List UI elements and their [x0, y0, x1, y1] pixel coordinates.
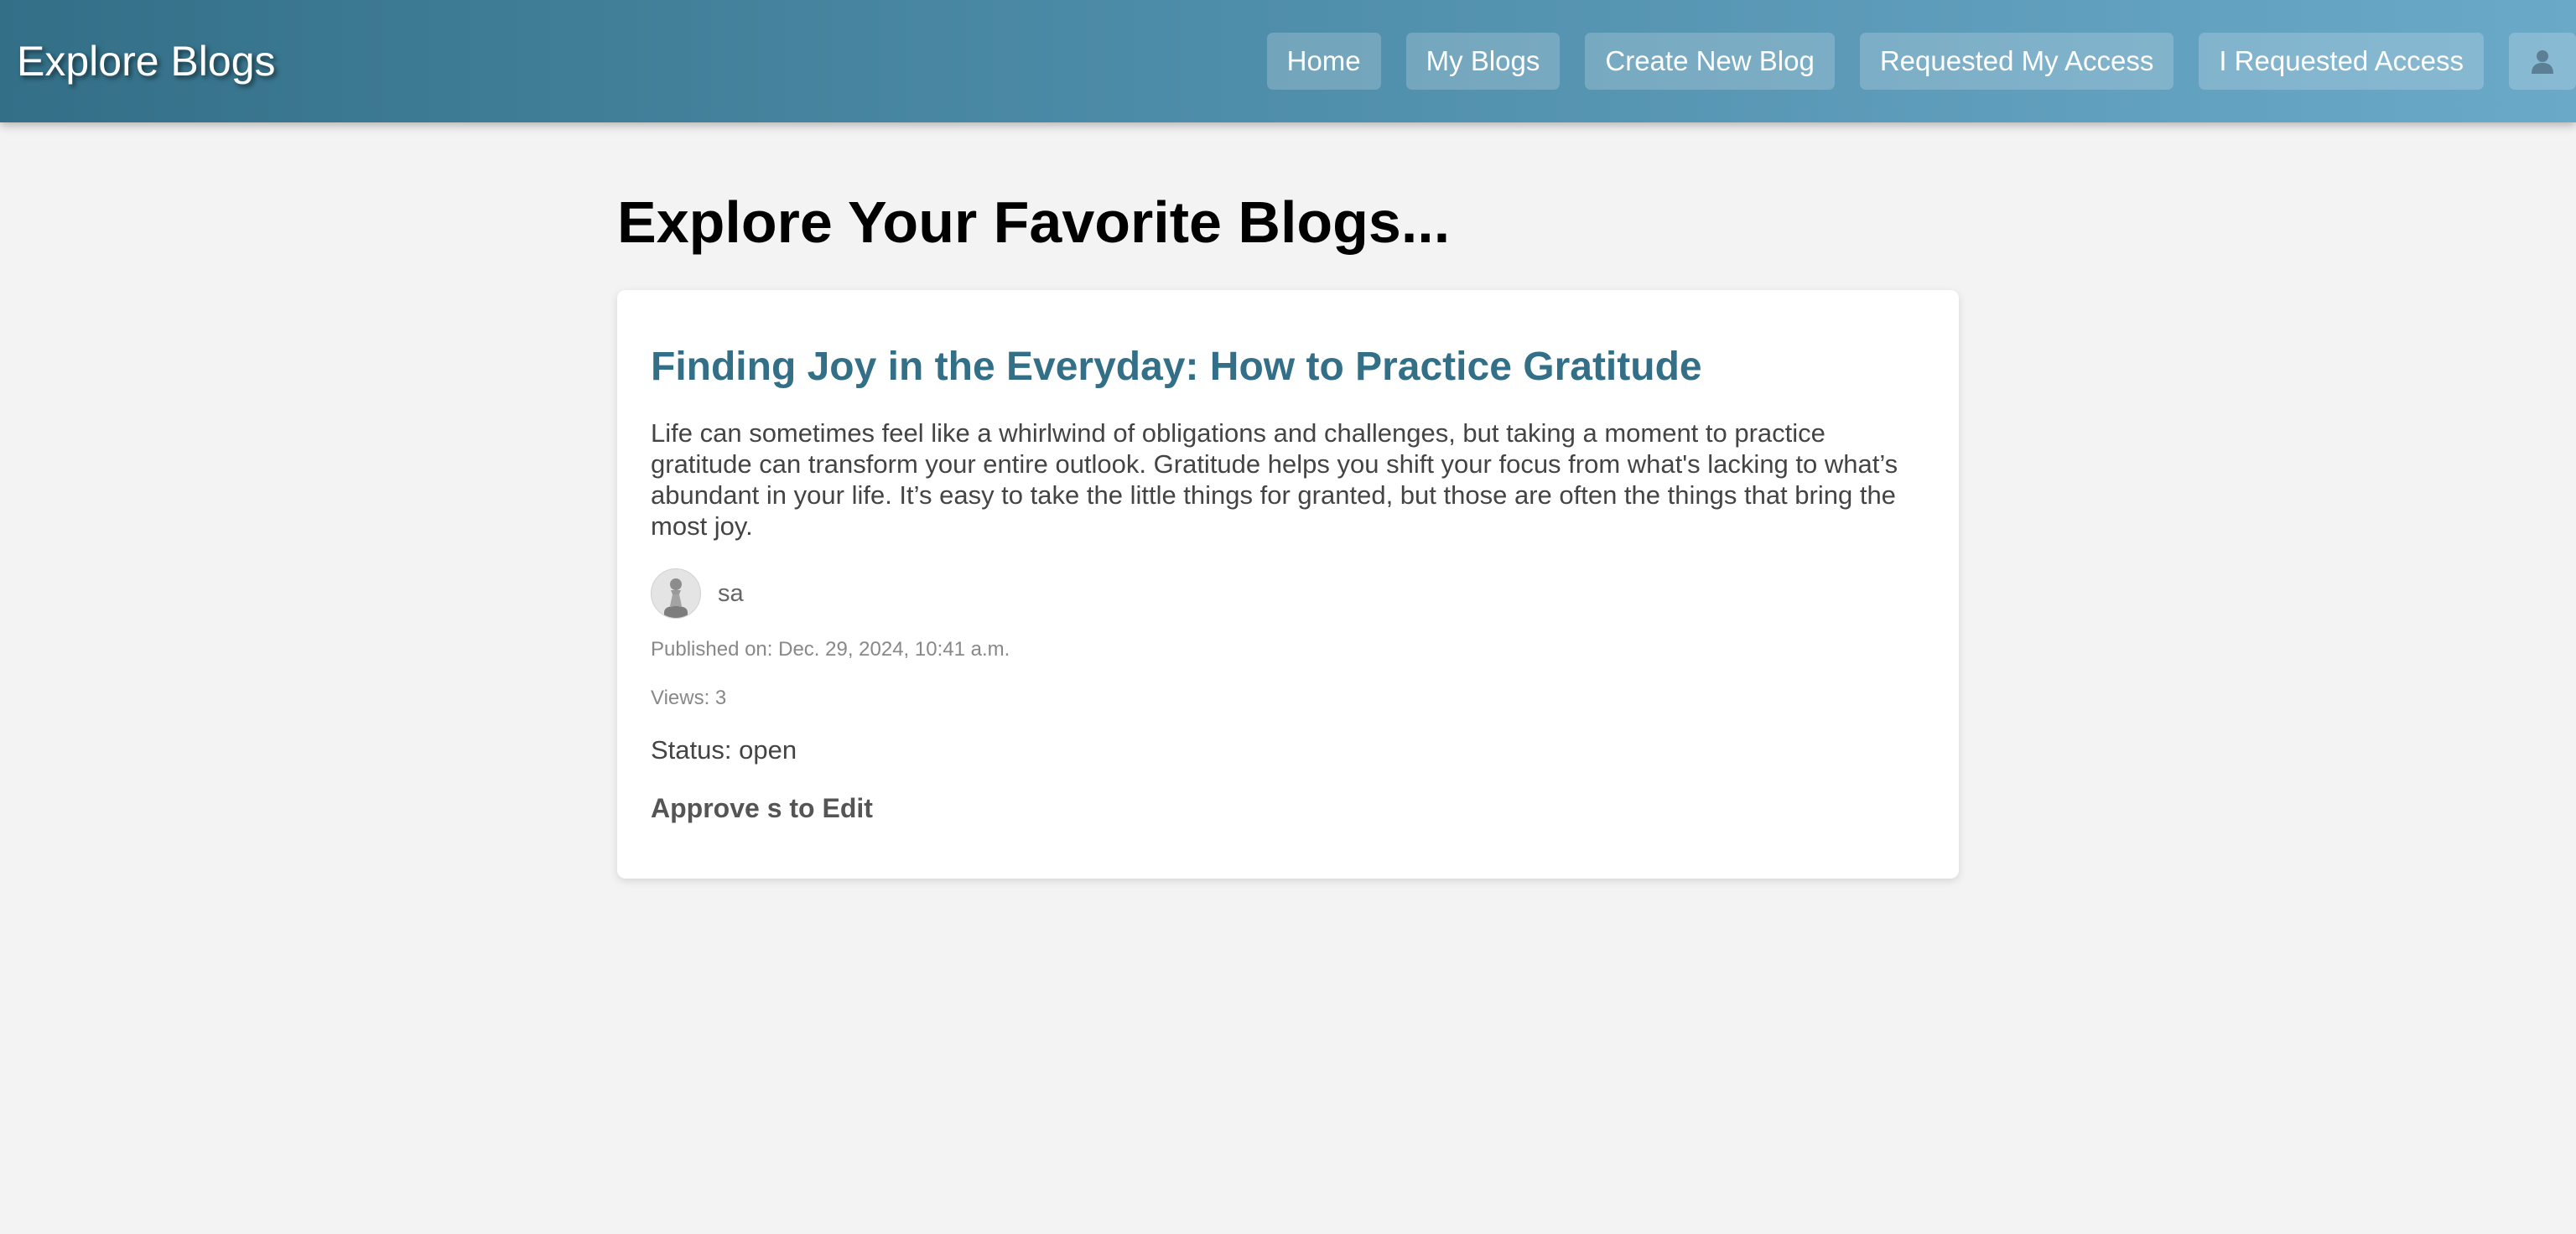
blog-card: Finding Joy in the Everyday: How to Prac… [617, 290, 1959, 879]
nav-links: Home My Blogs Create New Blog Requested … [1266, 33, 2576, 90]
views-count: Views: 3 [651, 687, 727, 709]
nav-i-requested-access-button[interactable]: I Requested Access [2199, 33, 2484, 90]
user-icon [2532, 50, 2553, 74]
nav-requested-my-access-button[interactable]: Requested My Access [1859, 33, 2174, 90]
blog-title-link[interactable]: Finding Joy in the Everyday: How to Prac… [651, 342, 1925, 392]
status-text: Status: open [651, 735, 797, 765]
brand-title[interactable]: Explore Blogs [17, 34, 276, 89]
main-content: Explore Your Favorite Blogs... Finding J… [617, 184, 1959, 879]
avatar [651, 568, 701, 619]
user-menu-button[interactable] [2509, 33, 2576, 90]
nav-create-new-blog-button[interactable]: Create New Blog [1585, 33, 1835, 90]
author-row: sa [651, 568, 1925, 619]
pawn-avatar-icon [664, 578, 688, 618]
navbar: Explore Blogs Home My Blogs Create New B… [0, 0, 2576, 122]
nav-home-button[interactable]: Home [1266, 33, 1381, 90]
blog-excerpt: Life can sometimes feel like a whirlwind… [651, 418, 1898, 541]
nav-my-blogs-button[interactable]: My Blogs [1405, 33, 1561, 90]
author-name: sa [718, 579, 744, 607]
approve-edit-text: Approve s to Edit [651, 793, 873, 823]
published-date: Published on: Dec. 29, 2024, 10:41 a.m. [651, 638, 1010, 661]
page-title: Explore Your Favorite Blogs... [617, 189, 1451, 255]
